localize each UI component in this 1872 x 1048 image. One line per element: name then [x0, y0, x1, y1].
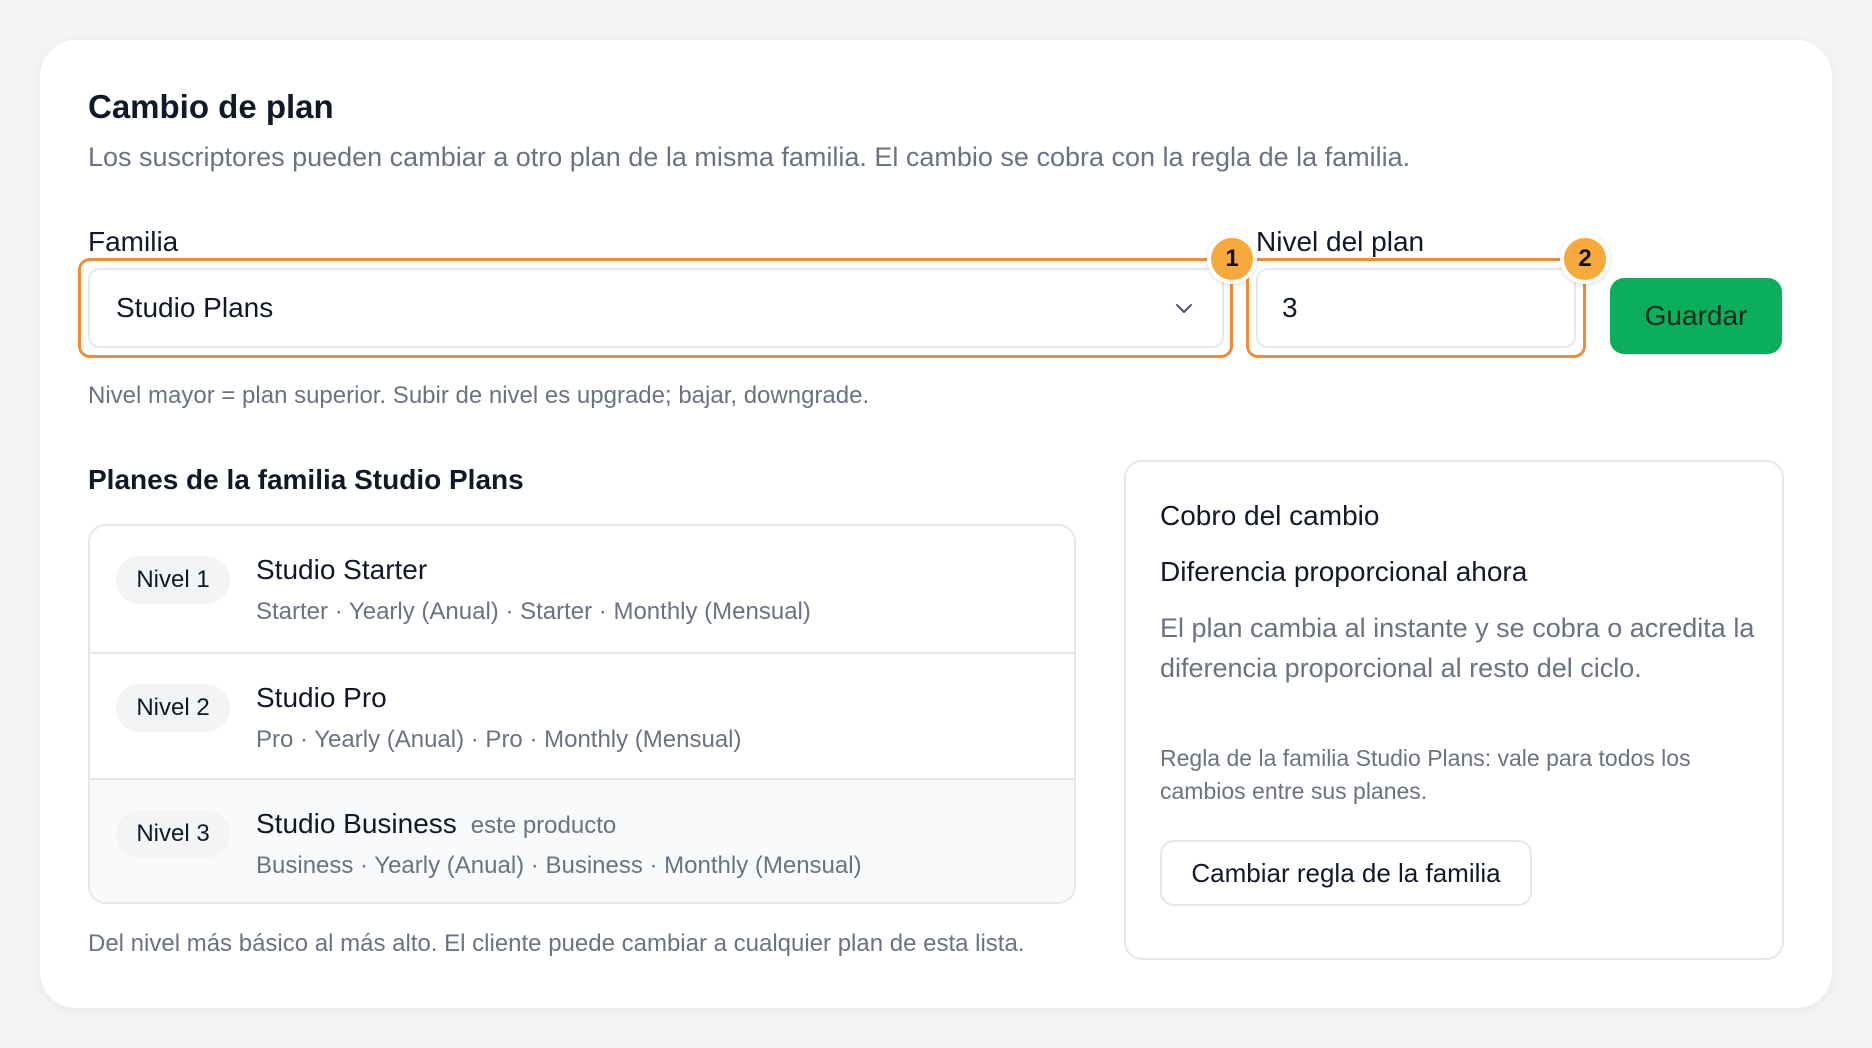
billing-rule-note: Regla de la familia Studio Plans: vale p… — [1160, 745, 1691, 804]
plan-level-label: Nivel del plan — [1256, 226, 1425, 257]
family-select[interactable]: Studio Plans — [88, 268, 1224, 348]
page-title: Cambio de plan — [88, 88, 334, 125]
page-subtitle: Los suscriptores pueden cambiar a otro p… — [88, 142, 1411, 172]
plan-description: Starter · Yearly (Anual) · Starter · Mon… — [256, 598, 811, 625]
billing-title: Cobro del cambio — [1160, 500, 1380, 531]
level-hint: Nivel mayor = plan superior. Subir de ni… — [88, 382, 870, 409]
family-label: Familia — [88, 226, 179, 257]
plan-row-1[interactable]: Nivel 1 Studio Starter Starter · Yearly … — [90, 526, 1074, 652]
plan-name: Studio Business este producto — [256, 808, 617, 839]
change-family-rule-button[interactable]: Cambiar regla de la familia — [1160, 840, 1532, 906]
save-button[interactable]: Guardar — [1610, 278, 1782, 354]
plan-name: Studio Pro — [256, 682, 387, 713]
plan-description: Pro · Yearly (Anual) · Pro · Monthly (Me… — [256, 726, 742, 753]
billing-rule-card: Cobro del cambio Diferencia proporcional… — [1124, 460, 1784, 960]
plan-row-3[interactable]: Nivel 3 Studio Business este producto Bus… — [90, 778, 1074, 902]
plan-description: Business · Yearly (Anual) · Business · M… — [256, 852, 862, 879]
plan-name: Studio Starter — [256, 554, 428, 585]
plan-row-2[interactable]: Nivel 2 Studio Pro Pro · Yearly (Anual) … — [90, 652, 1074, 778]
billing-rule-description: El plan cambia al instante y se cobra o … — [1160, 613, 1755, 683]
level-pill: Nivel 3 — [116, 810, 230, 858]
plan-level-input[interactable] — [1256, 268, 1576, 348]
billing-rule-name: Diferencia proporcional ahora — [1160, 556, 1528, 587]
family-select-value: Studio Plans — [116, 292, 274, 323]
level-pill: Nivel 2 — [116, 684, 230, 732]
plans-list: Nivel 1 Studio Starter Starter · Yearly … — [88, 524, 1076, 904]
plans-list-footer: Del nivel más básico al más alto. El cli… — [88, 930, 1025, 957]
step-badge-1: 1 — [1207, 234, 1257, 284]
level-pill: Nivel 1 — [116, 556, 230, 604]
plans-list-title: Planes de la familia Studio Plans — [88, 464, 524, 495]
chevron-down-icon — [1176, 304, 1192, 313]
current-product-tag: este producto — [470, 812, 617, 839]
step-badge-2: 2 — [1560, 234, 1610, 284]
